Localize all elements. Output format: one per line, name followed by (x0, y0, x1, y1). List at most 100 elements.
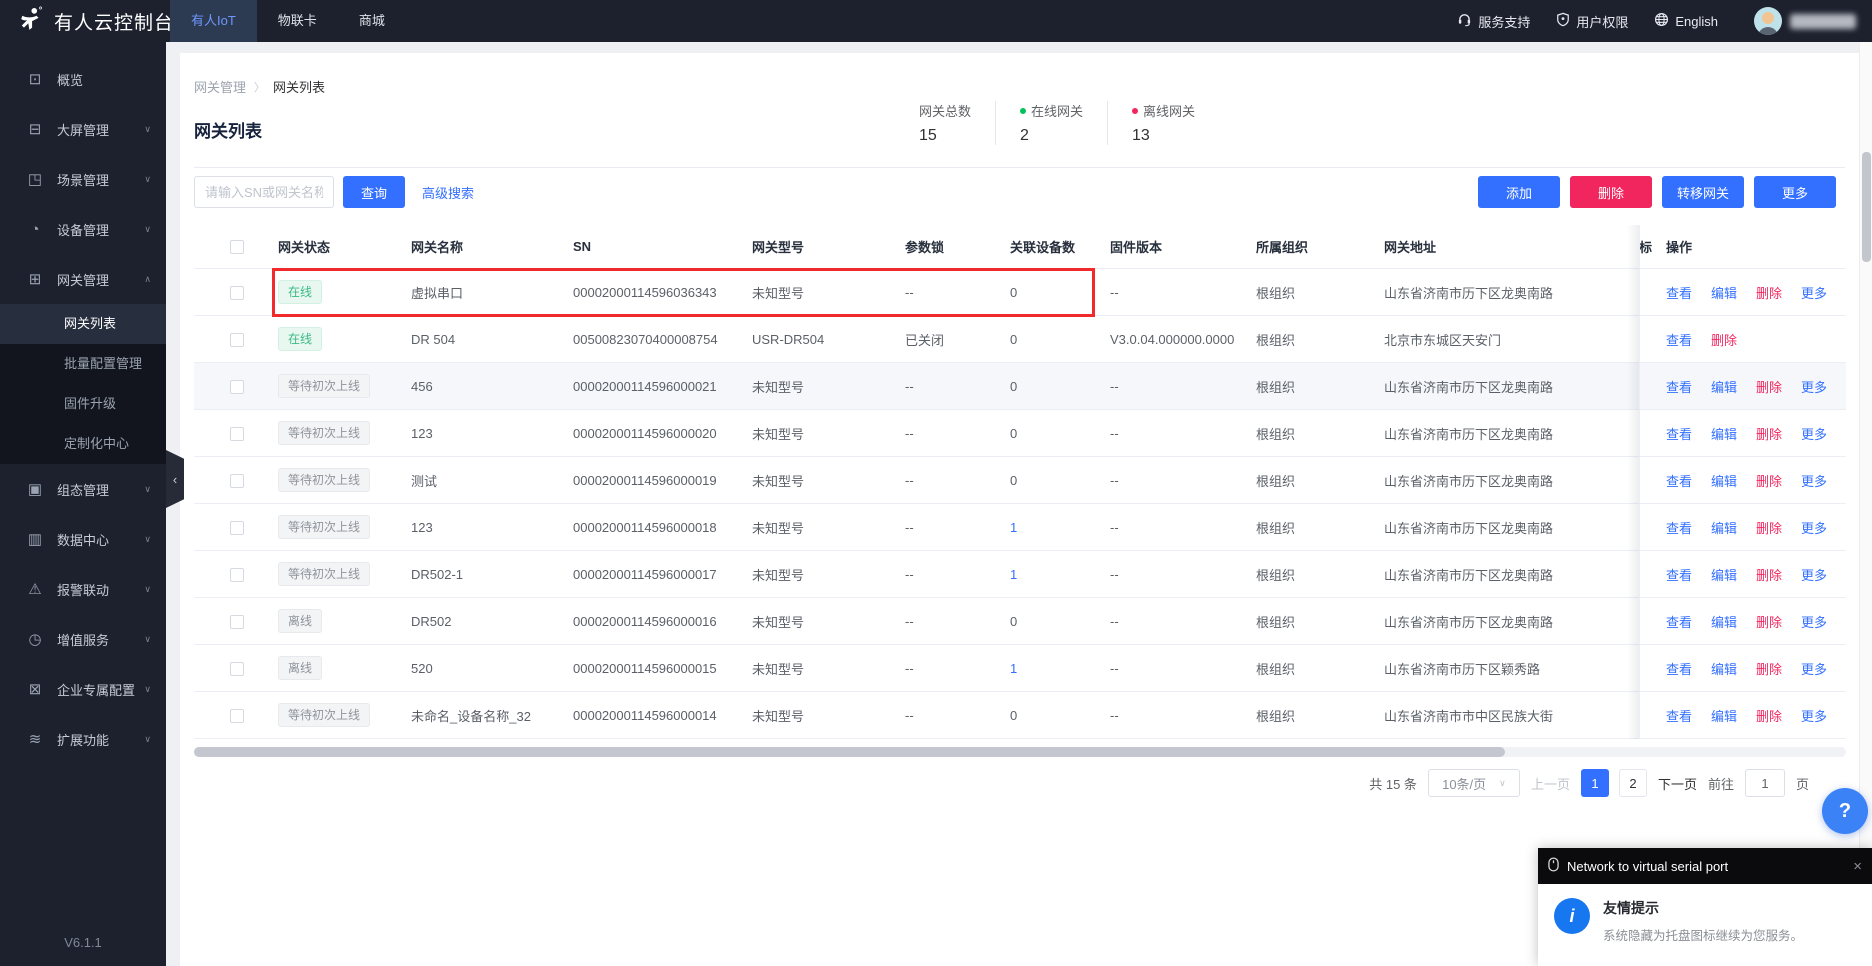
next-page-button[interactable]: 下一页 (1658, 774, 1697, 793)
action-delete[interactable]: 删除 (1756, 471, 1782, 490)
action-more[interactable]: 更多 (1801, 283, 1827, 302)
action-delete[interactable]: 删除 (1756, 659, 1782, 678)
table-row: 等待初次上线45600002000114596000021未知型号--0--根组… (194, 363, 1846, 410)
page-number-1[interactable]: 1 (1581, 769, 1609, 797)
row-checkbox[interactable] (230, 568, 244, 582)
action-more[interactable]: 更多 (1801, 612, 1827, 631)
user-permission-item[interactable]: 用户权限 (1556, 12, 1628, 31)
status-badge: 在线 (278, 327, 322, 351)
action-more[interactable]: 更多 (1801, 565, 1827, 584)
more-button[interactable]: 更多 (1754, 176, 1836, 208)
device-count-link[interactable]: 1 (1010, 661, 1017, 676)
horizontal-scrollbar-thumb[interactable] (194, 747, 1505, 757)
row-checkbox[interactable] (230, 474, 244, 488)
help-button[interactable]: ? (1822, 788, 1868, 834)
table-header-cell: 所属组织 (1256, 237, 1384, 256)
action-view[interactable]: 查看 (1666, 283, 1692, 302)
action-more[interactable]: 更多 (1801, 471, 1827, 490)
row-checkbox[interactable] (230, 380, 244, 394)
row-checkbox[interactable] (230, 427, 244, 441)
sidebar-item[interactable]: ▥数据中心∨ (0, 514, 166, 564)
tab-商城[interactable]: 商城 (338, 0, 406, 42)
row-checkbox[interactable] (230, 709, 244, 723)
action-more[interactable]: 更多 (1801, 424, 1827, 443)
action-more[interactable]: 更多 (1801, 659, 1827, 678)
row-checkbox[interactable] (230, 615, 244, 629)
action-view[interactable]: 查看 (1666, 659, 1692, 678)
language-switcher[interactable]: English (1654, 12, 1718, 30)
transfer-gateway-button[interactable]: 转移网关 (1662, 176, 1744, 208)
action-view[interactable]: 查看 (1666, 612, 1692, 631)
action-more[interactable]: 更多 (1801, 377, 1827, 396)
breadcrumb-gateway-management[interactable]: 网关管理 (194, 77, 246, 96)
sidebar-collapse-toggle[interactable] (166, 450, 184, 508)
action-edit[interactable]: 编辑 (1711, 377, 1737, 396)
table-header-cell: SN (573, 239, 752, 254)
sidebar-item[interactable]: ≋扩展功能∨ (0, 714, 166, 764)
sidebar-item[interactable]: ⊠企业专属配置∨ (0, 664, 166, 714)
action-delete[interactable]: 删除 (1756, 565, 1782, 584)
sidebar-subitem[interactable]: 网关列表 (0, 304, 166, 344)
action-delete[interactable]: 删除 (1756, 424, 1782, 443)
sidebar-item[interactable]: ◳场景管理∨ (0, 154, 166, 204)
service-support-item[interactable]: 服务支持 (1457, 12, 1530, 31)
row-checkbox[interactable] (230, 521, 244, 535)
delete-button[interactable]: 删除 (1570, 176, 1652, 208)
sidebar-subitem[interactable]: 批量配置管理 (0, 344, 166, 384)
page-size-select[interactable]: 10条/页 ∨ (1428, 769, 1520, 797)
tab-物联卡[interactable]: 物联卡 (257, 0, 338, 42)
extension-icon: ≋ (26, 730, 44, 748)
action-delete[interactable]: 删除 (1756, 518, 1782, 537)
sidebar-item[interactable]: ▣组态管理∨ (0, 464, 166, 514)
row-select-cell (194, 331, 278, 347)
action-view[interactable]: 查看 (1666, 565, 1692, 584)
action-edit[interactable]: 编辑 (1711, 659, 1737, 678)
action-view[interactable]: 查看 (1666, 330, 1692, 349)
sidebar-item[interactable]: ⊟大屏管理∨ (0, 104, 166, 154)
action-delete[interactable]: 删除 (1711, 330, 1737, 349)
select-all-checkbox[interactable] (230, 240, 244, 254)
row-checkbox[interactable] (230, 333, 244, 347)
action-view[interactable]: 查看 (1666, 471, 1692, 490)
device-count-link[interactable]: 1 (1010, 520, 1017, 535)
action-edit[interactable]: 编辑 (1711, 518, 1737, 537)
action-more[interactable]: 更多 (1801, 706, 1827, 725)
row-checkbox[interactable] (230, 662, 244, 676)
action-view[interactable]: 查看 (1666, 518, 1692, 537)
sidebar-item[interactable]: ◔设备管理∨ (0, 204, 166, 254)
action-edit[interactable]: 编辑 (1711, 612, 1737, 631)
action-edit[interactable]: 编辑 (1711, 565, 1737, 584)
action-more[interactable]: 更多 (1801, 518, 1827, 537)
add-button[interactable]: 添加 (1478, 176, 1560, 208)
action-edit[interactable]: 编辑 (1711, 424, 1737, 443)
action-view[interactable]: 查看 (1666, 424, 1692, 443)
action-view[interactable]: 查看 (1666, 706, 1692, 725)
action-edit[interactable]: 编辑 (1711, 706, 1737, 725)
action-edit[interactable]: 编辑 (1711, 283, 1737, 302)
action-delete[interactable]: 删除 (1756, 377, 1782, 396)
row-checkbox[interactable] (230, 286, 244, 300)
action-delete[interactable]: 删除 (1756, 612, 1782, 631)
sidebar-item[interactable]: ⊡概览 (0, 54, 166, 104)
sidebar-subitem[interactable]: 定制化中心 (0, 424, 166, 464)
action-delete[interactable]: 删除 (1756, 283, 1782, 302)
action-edit[interactable]: 编辑 (1711, 471, 1737, 490)
query-button[interactable]: 查询 (343, 176, 405, 208)
advanced-search-link[interactable]: 高级搜索 (422, 183, 474, 202)
device-count-link[interactable]: 1 (1010, 567, 1017, 582)
tab-有人IoT[interactable]: 有人IoT (170, 0, 257, 42)
vertical-scrollbar-thumb[interactable] (1862, 152, 1871, 262)
sidebar-item[interactable]: ⊞网关管理∧ (0, 254, 166, 304)
goto-page-input[interactable] (1745, 769, 1785, 797)
table-header-cell: 参数锁 (905, 237, 1010, 256)
avatar[interactable] (1754, 7, 1782, 35)
sidebar-item[interactable]: ◷增值服务∨ (0, 614, 166, 664)
prev-page-button[interactable]: 上一页 (1531, 774, 1570, 793)
sidebar-subitem[interactable]: 固件升级 (0, 384, 166, 424)
sidebar-item[interactable]: ⚠报警联动∨ (0, 564, 166, 614)
close-icon[interactable]: × (1853, 858, 1862, 875)
action-delete[interactable]: 删除 (1756, 706, 1782, 725)
page-number-2[interactable]: 2 (1619, 769, 1647, 797)
action-view[interactable]: 查看 (1666, 377, 1692, 396)
search-input[interactable] (194, 176, 334, 208)
